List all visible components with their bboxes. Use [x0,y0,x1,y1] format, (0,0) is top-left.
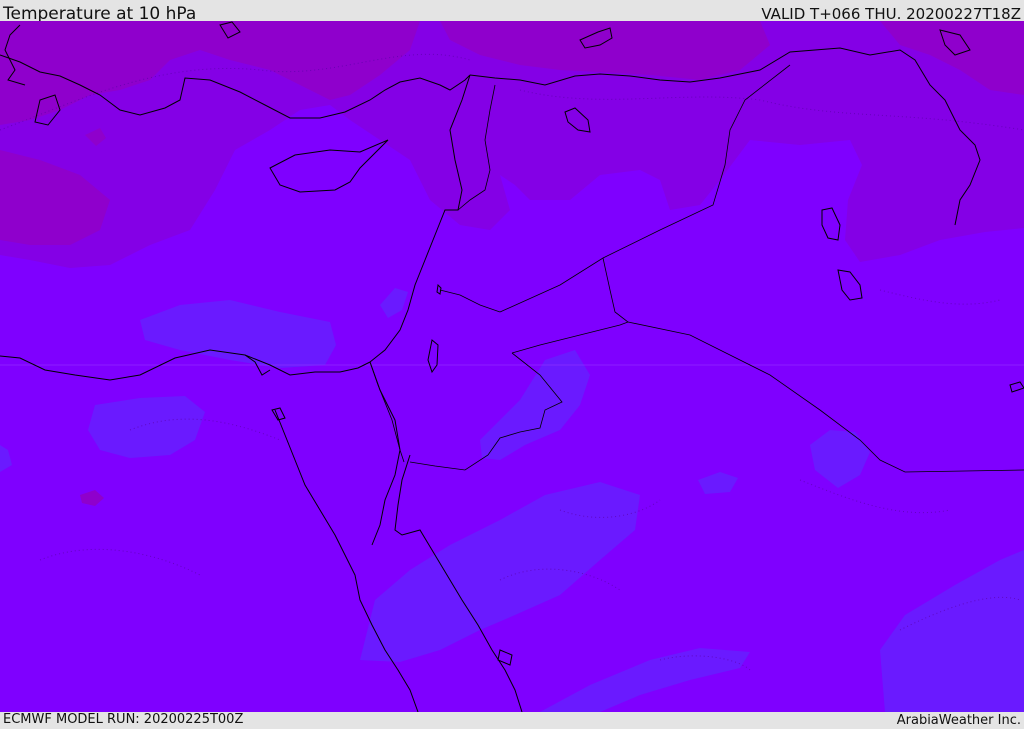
credit-label: ArabiaWeather Inc. [896,713,1021,728]
map-panel [0,21,1024,712]
temperature-map [0,21,1024,712]
header-bar: Temperature at 10 hPa VALID T+066 THU. 2… [0,0,1024,24]
footer-bar: ECMWF MODEL RUN: 20200225T00Z ArabiaWeat… [0,712,1024,729]
model-run-label: ECMWF MODEL RUN: 20200225T00Z [3,712,244,727]
